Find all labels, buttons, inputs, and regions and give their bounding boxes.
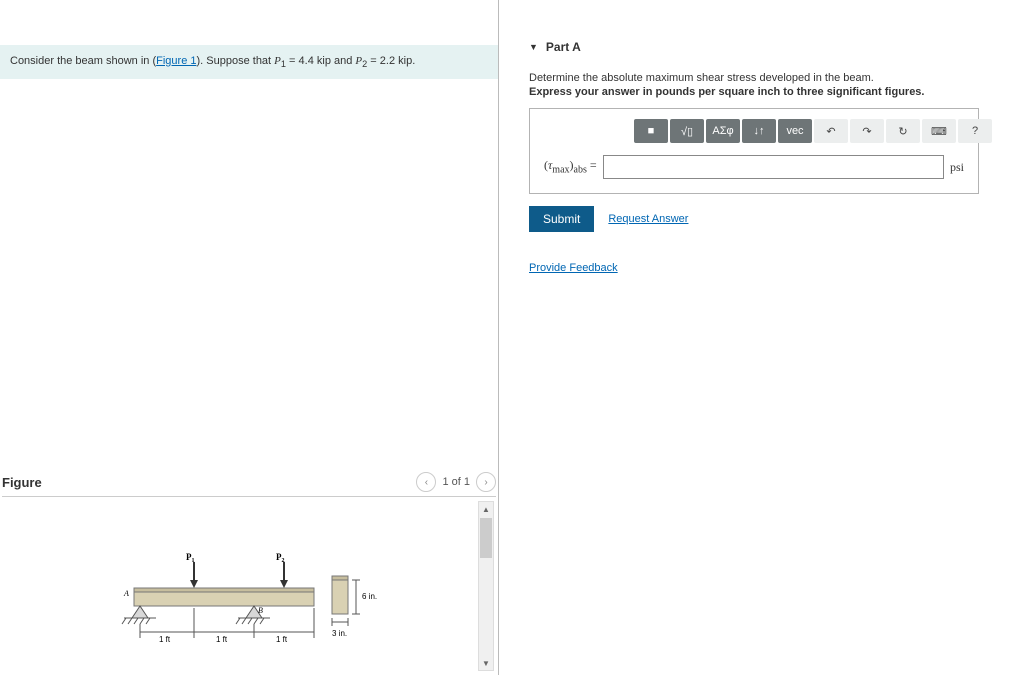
provide-feedback-link[interactable]: Provide Feedback: [529, 262, 618, 274]
svg-text:1 ft: 1 ft: [159, 635, 171, 644]
answer-unit: psi: [950, 160, 964, 175]
figure-link[interactable]: Figure 1: [156, 55, 196, 67]
fraction-button[interactable]: √▯: [670, 119, 704, 143]
problem-statement: Consider the beam shown in (Figure 1). S…: [0, 45, 498, 79]
svg-text:P1: P1: [186, 552, 195, 564]
reset-button[interactable]: ↻: [886, 119, 920, 143]
greek-button[interactable]: ΑΣφ: [706, 119, 740, 143]
undo-button[interactable]: ↶: [814, 119, 848, 143]
figure-next-button[interactable]: ›: [476, 472, 496, 492]
redo-button[interactable]: ↷: [850, 119, 884, 143]
part-a-title: Part A: [546, 40, 581, 54]
answer-input[interactable]: [603, 155, 944, 179]
scripts-button[interactable]: ↓↑: [742, 119, 776, 143]
keyboard-button[interactable]: ⌨: [922, 119, 956, 143]
svg-text:P2: P2: [276, 552, 285, 564]
svg-text:1 ft: 1 ft: [216, 635, 228, 644]
answer-box: ■ √▯ ΑΣφ ↓↑ vec ↶ ↷ ↻ ⌨ ? (τmax)abs = ps…: [529, 108, 979, 194]
svg-text:A: A: [123, 589, 129, 598]
part-a-header[interactable]: ▼ Part A: [499, 0, 1024, 62]
figure-counter: 1 of 1: [442, 476, 470, 488]
request-answer-link[interactable]: Request Answer: [608, 213, 688, 225]
figure-title: Figure: [2, 475, 42, 490]
vec-button[interactable]: vec: [778, 119, 812, 143]
figure-viewport: P1 P2 A B 1 ft 1 ft: [2, 497, 496, 675]
answer-variable-label: (τmax)abs =: [544, 158, 597, 175]
figure-scrollbar[interactable]: ▲ ▼: [478, 501, 494, 671]
collapse-caret-icon: ▼: [529, 42, 538, 52]
instruction-format: Express your answer in pounds per square…: [529, 86, 1004, 108]
equation-toolbar: ■ √▯ ΑΣφ ↓↑ vec ↶ ↷ ↻ ⌨ ?: [634, 119, 964, 143]
svg-text:3 in.: 3 in.: [332, 629, 347, 638]
svg-text:B: B: [258, 606, 263, 615]
help-button[interactable]: ?: [958, 119, 992, 143]
problem-prefix: Consider the beam shown in (: [10, 55, 156, 67]
beam-diagram: P1 P2 A B 1 ft 1 ft: [94, 552, 404, 662]
templates-button[interactable]: ■: [634, 119, 668, 143]
submit-button[interactable]: Submit: [529, 206, 594, 232]
svg-text:6 in.: 6 in.: [362, 592, 377, 601]
svg-text:1 ft: 1 ft: [276, 635, 288, 644]
figure-prev-button[interactable]: ‹: [416, 472, 436, 492]
instruction-text: Determine the absolute maximum shear str…: [529, 62, 1004, 86]
